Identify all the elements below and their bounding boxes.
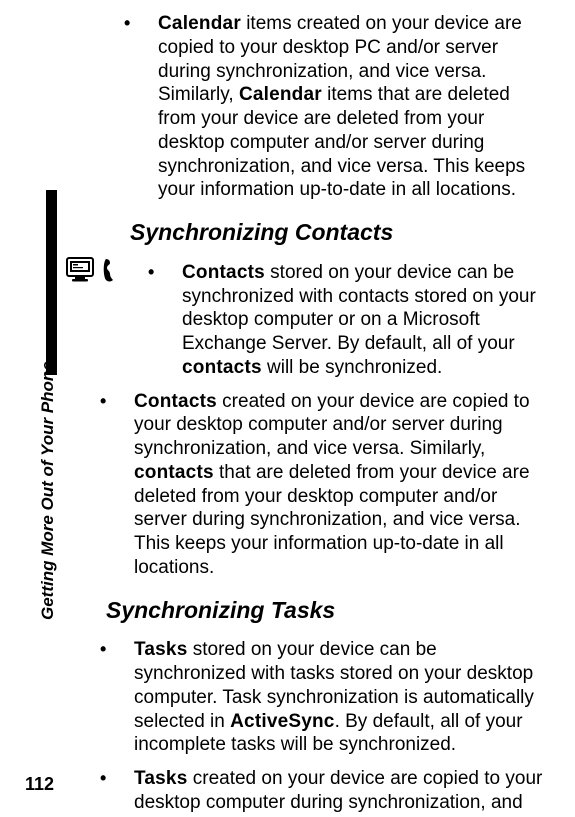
- bullet-contacts-sync: • Contacts stored on your device can be …: [148, 261, 550, 380]
- term-calendar: Calendar: [239, 84, 322, 105]
- heading-sync-tasks: Synchronizing Tasks: [106, 596, 550, 625]
- bullet-dot: •: [124, 12, 158, 202]
- page: Getting More Out of Your Phone 112 • Ca: [0, 0, 575, 817]
- sync-icon-pair: [65, 256, 119, 289]
- bullet-dot: •: [100, 390, 134, 580]
- bullet-text: Contacts created on your device are copi…: [134, 390, 550, 580]
- bullet-contacts-copy: • Contacts created on your device are co…: [100, 390, 550, 580]
- term-activesync: ActiveSync: [230, 711, 334, 732]
- bullet-tasks-sync: • Tasks stored on your device can be syn…: [100, 638, 550, 757]
- bullet-text: Tasks stored on your device can be synch…: [134, 638, 550, 757]
- term-tasks: Tasks: [134, 768, 187, 789]
- term-contacts: contacts: [134, 462, 214, 483]
- bullet-dot: •: [100, 767, 134, 817]
- phone-handset-icon: [101, 256, 119, 289]
- sidebar-black-strip: [46, 190, 57, 375]
- sidebar-section-label: Getting More Out of Your Phone: [38, 361, 58, 620]
- text-span: will be synchronized.: [262, 357, 443, 378]
- term-tasks: Tasks: [134, 639, 187, 660]
- term-contacts: Contacts: [182, 262, 265, 283]
- term-contacts: Contacts: [134, 391, 217, 412]
- bullet-tasks-copy: • Tasks created on your device are copie…: [100, 767, 550, 817]
- bullet-dot: •: [100, 638, 134, 757]
- bullet-text: Tasks created on your device are copied …: [134, 767, 550, 817]
- page-number: 112: [25, 774, 54, 795]
- body-content: • Calendar items created on your device …: [100, 0, 550, 817]
- monitor-icon: [65, 256, 95, 289]
- term-calendar: Calendar: [158, 13, 241, 34]
- bullet-text: Contacts stored on your device can be sy…: [182, 261, 550, 380]
- term-contacts: contacts: [182, 357, 262, 378]
- bullet-dot: •: [148, 261, 182, 380]
- bullet-calendar-copy: • Calendar items created on your device …: [124, 12, 550, 202]
- bullet-text: Calendar items created on your device ar…: [158, 12, 550, 202]
- heading-sync-contacts: Synchronizing Contacts: [130, 218, 550, 247]
- text-span: created on your device are copied to you…: [134, 768, 542, 817]
